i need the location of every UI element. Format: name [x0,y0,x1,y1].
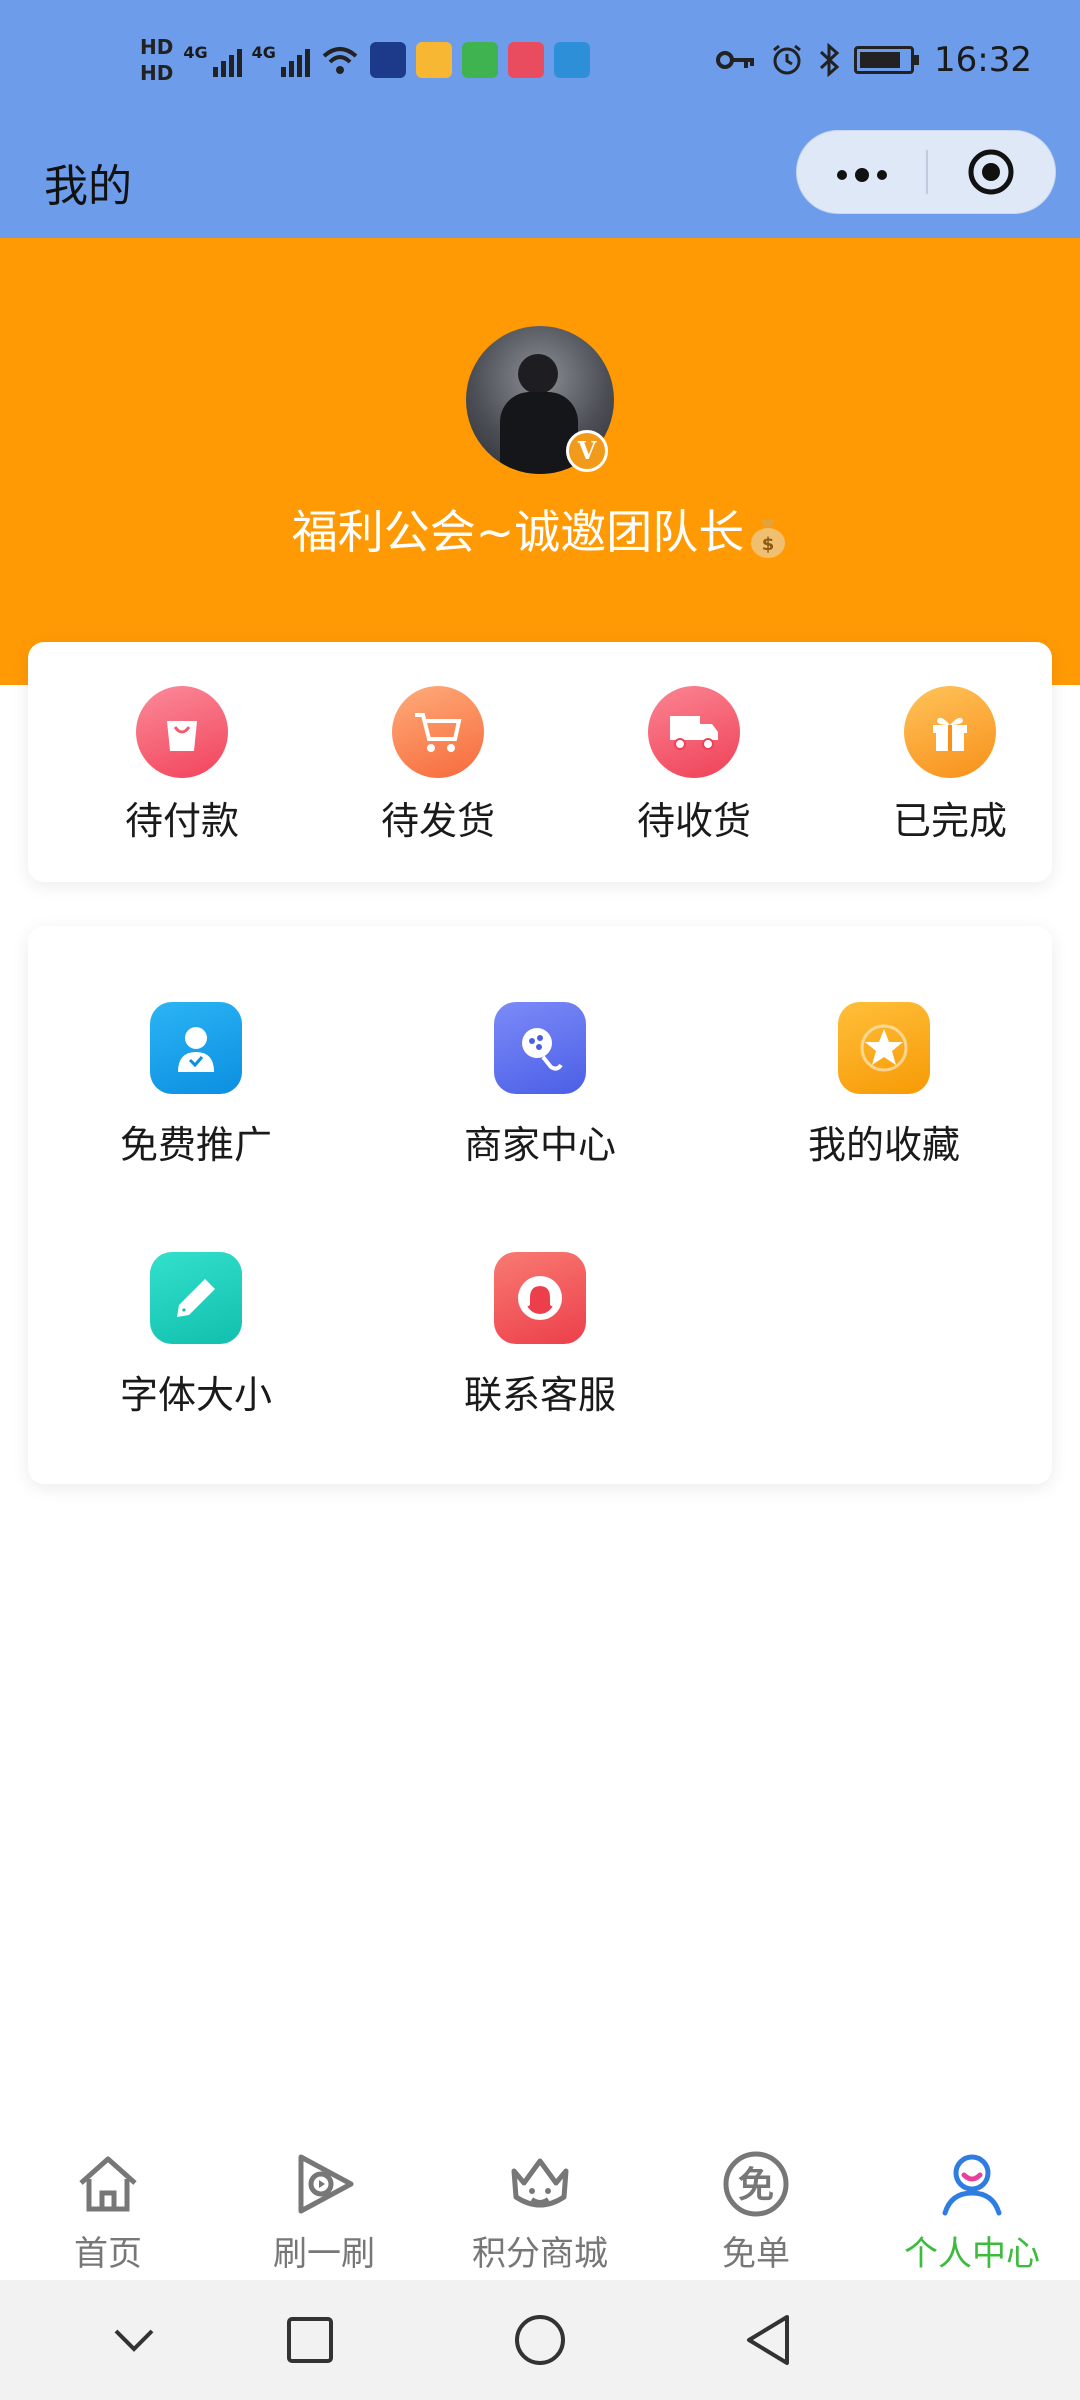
vip-badge-icon: V [566,430,608,472]
username: 福利公会~诚邀团队长 $ [0,496,1080,562]
system-nav-bar [0,2280,1080,2400]
signal-icon: 4G [183,43,242,77]
recent-apps-icon[interactable] [278,2308,342,2372]
username-text: 福利公会~诚邀团队长 [291,505,745,559]
truck-icon [648,686,740,778]
hd-1: HD [140,35,174,59]
network-type-1: 4G [183,43,208,62]
order-label: 待付款 [124,799,239,843]
tab-label: 刷一刷 [273,2234,375,2274]
menu-label: 商家中心 [463,1123,616,1167]
money-bag-icon: $ [751,519,786,558]
page-title: 我的 [44,161,132,212]
tab-label: 个人中心 [904,2234,1040,2274]
menu-label: 联系客服 [463,1373,616,1417]
tab-free-order[interactable]: 免 免单 [656,2144,856,2275]
order-label: 待收货 [636,799,751,843]
more-dots-icon[interactable] [797,149,926,195]
tab-label: 免单 [722,2234,790,2274]
play-icon [284,2144,364,2224]
wechat-icon [461,42,498,78]
merchant-icon [494,1002,586,1094]
mail-icon [415,42,452,78]
menu-my-favorites[interactable]: 我的收藏 [754,1002,1014,1169]
key-icon [716,51,755,69]
free-badge-icon: 免 [716,2144,796,2224]
gift-icon [904,686,996,778]
order-completed[interactable]: 已完成 [850,686,1050,845]
battery-icon [854,46,920,74]
tab-points-mall[interactable]: 积分商城 [440,2144,640,2275]
menu-contact-support[interactable]: 联系客服 [410,1252,670,1419]
pencil-icon [150,1252,242,1344]
order-pending-shipment[interactable]: 待发货 [338,686,538,845]
wifi-icon [322,47,358,74]
miniapp-capsule [796,130,1056,214]
menu-label: 字体大小 [119,1373,272,1417]
alarm-icon [773,44,801,75]
home-circle-icon[interactable] [508,2308,572,2372]
star-icon [838,1002,930,1094]
user-promote-icon [150,1002,242,1094]
book-icon [507,42,544,78]
bluetooth-icon [819,43,840,77]
cart-icon [392,686,484,778]
tab-swipe[interactable]: 刷一刷 [224,2144,424,2275]
tab-label: 首页 [74,2234,142,2274]
browser-icon [553,42,590,78]
status-left: HD HD 4G 4G [140,34,590,86]
menu-label: 免费推广 [119,1123,272,1167]
order-label: 已完成 [892,799,1007,843]
network-type-2: 4G [251,43,276,62]
bottom-tab-bar: 首页 刷一刷 积分商城 免 免单 个人中心 [0,2130,1080,2280]
svg-text:$: $ [762,534,775,555]
shopping-bag-icon [136,686,228,778]
service-menu-card: 免费推广 商家中心 我的收藏 字体大小 联系客服 [28,926,1052,1484]
hd-indicator: HD HD [140,34,173,86]
target-circle-icon[interactable] [928,147,1055,197]
chevron-down-icon[interactable] [102,2308,166,2372]
order-label: 待发货 [380,799,495,843]
app-notification-icon [369,42,406,78]
home-icon [68,2144,148,2224]
back-triangle-icon[interactable] [736,2308,800,2372]
order-pending-payment[interactable]: 待付款 [82,686,282,845]
nav-header: 我的 [0,130,1080,238]
menu-font-size[interactable]: 字体大小 [66,1252,326,1419]
clock: 16:32 [934,40,1032,80]
status-right: 16:32 [716,40,1032,80]
menu-free-promotion[interactable]: 免费推广 [66,1002,326,1169]
tab-label: 积分商城 [472,2234,608,2274]
signal-icon-2: 4G [252,43,310,77]
order-status-card: 待付款 待发货 待收货 已完成 [28,642,1052,882]
order-pending-receipt[interactable]: 待收货 [594,686,794,845]
menu-label: 我的收藏 [807,1123,960,1167]
menu-merchant-center[interactable]: 商家中心 [410,1002,670,1169]
hd-2: HD [140,61,174,85]
svg-text:免: 免 [738,2165,774,2206]
tab-home[interactable]: 首页 [8,2144,208,2275]
person-icon [932,2144,1012,2224]
crown-icon [500,2144,580,2224]
headset-icon [494,1252,586,1344]
status-bar: HD HD 4G 4G 16:32 [0,0,1080,130]
tab-personal-center[interactable]: 个人中心 [872,2144,1072,2275]
